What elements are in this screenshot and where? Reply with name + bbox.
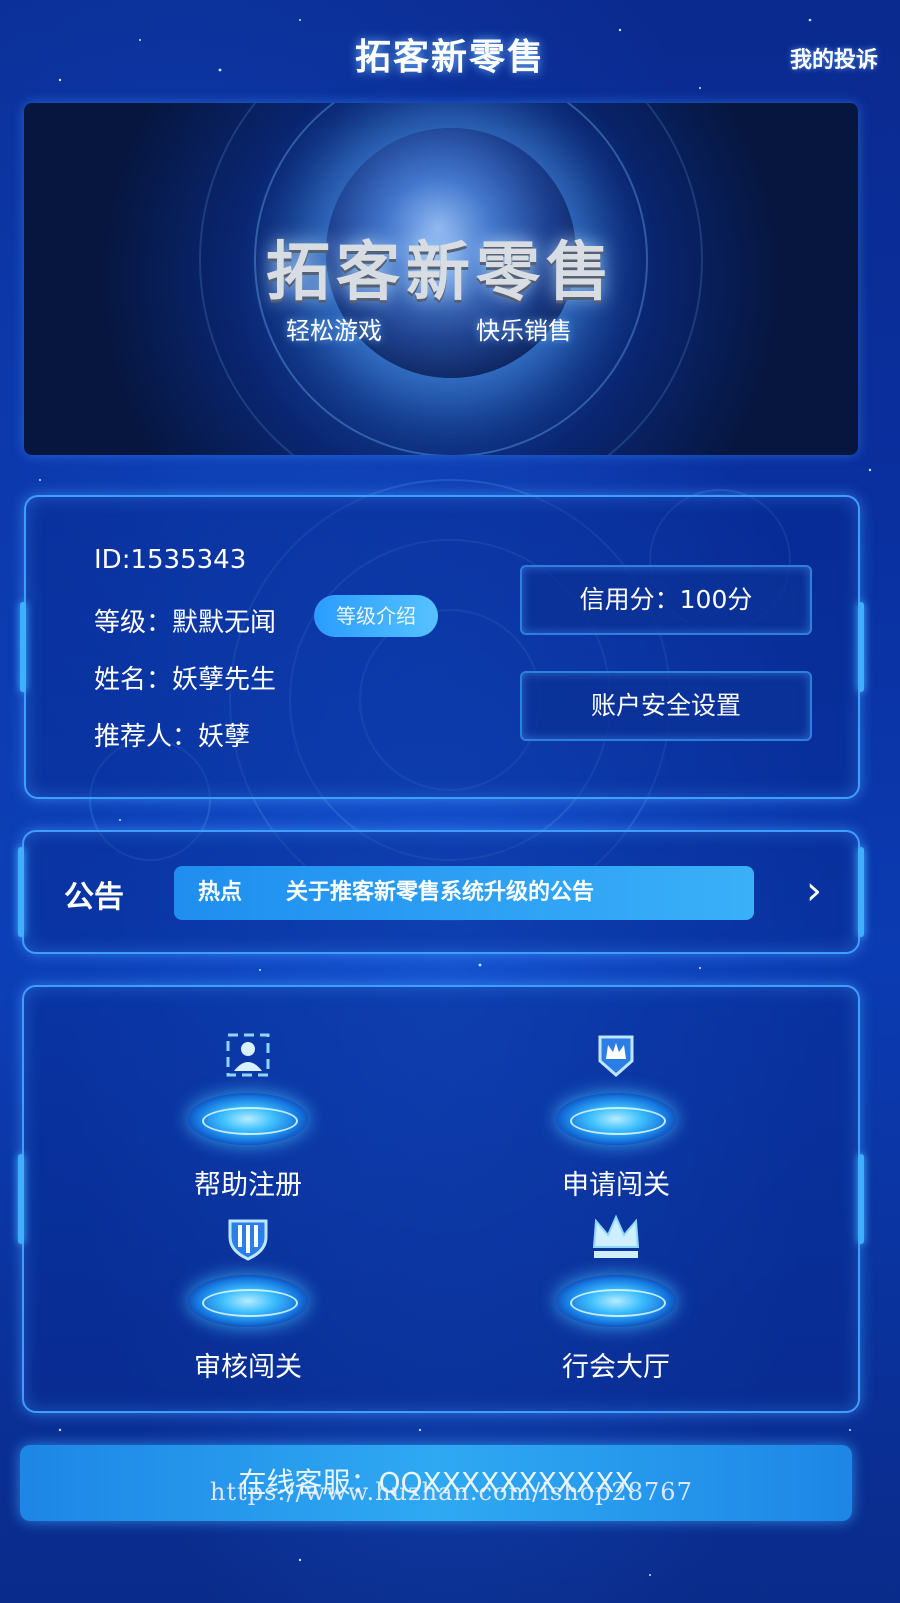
top-bar: 拓客新零售 我的投诉 — [0, 0, 900, 100]
announcement-panel: 公告 热点 关于推客新零售系统升级的公告 › — [22, 830, 860, 954]
menu-item-guild-hall[interactable]: 行会大厅 — [516, 1209, 716, 1383]
user-register-icon — [222, 1029, 274, 1081]
hologram-platform — [188, 1275, 308, 1327]
crown-badge-icon — [590, 1029, 642, 1081]
level-intro-button[interactable]: 等级介绍 — [314, 595, 438, 637]
hologram-platform — [556, 1093, 676, 1145]
banner-slogan-left: 轻松游戏 — [286, 317, 382, 345]
hero-banner: 拓客新零售 轻松游戏 快乐销售 — [24, 103, 858, 455]
user-referrer: 推荐人：妖孽 — [94, 722, 251, 752]
menu-item-review-challenge[interactable]: 审核闯关 — [148, 1209, 348, 1383]
menu-label: 申请闯关 — [562, 1170, 670, 1201]
banner-title: 拓客新零售 — [266, 236, 616, 310]
account-security-button[interactable]: 账户安全设置 — [520, 671, 812, 741]
function-menu-panel: 帮助注册 申请闯关 审核闯关 行会大厅 — [22, 985, 860, 1413]
announcement-label: 公告 — [64, 880, 124, 915]
user-id: ID:1535343 — [94, 545, 247, 575]
menu-item-apply-challenge[interactable]: 申请闯关 — [516, 1027, 716, 1201]
chevron-right-icon[interactable]: › — [806, 868, 822, 914]
shield-icon — [222, 1211, 274, 1263]
user-info-panel: ID:1535343 等级：默默无闻 等级介绍 姓名：妖孽先生 推荐人：妖孽 信… — [24, 495, 860, 799]
menu-item-help-register[interactable]: 帮助注册 — [148, 1027, 348, 1201]
app-title: 拓客新零售 — [354, 37, 545, 78]
menu-label: 审核闯关 — [194, 1352, 302, 1383]
menu-label: 行会大厅 — [562, 1352, 670, 1383]
menu-label: 帮助注册 — [194, 1170, 302, 1201]
hot-tag: 热点 — [198, 880, 243, 905]
crown-icon — [590, 1211, 642, 1263]
banner-slogan-right: 快乐销售 — [476, 317, 572, 345]
watermark-text: https://www.huzhan.com/ishop28767 — [210, 1478, 693, 1506]
my-complaints-link[interactable]: 我的投诉 — [790, 42, 878, 74]
announcement-text: 关于推客新零售系统升级的公告 — [286, 880, 595, 905]
hologram-platform — [556, 1275, 676, 1327]
user-level: 等级：默默无闻 — [94, 608, 277, 638]
announcement-bar[interactable]: 热点 关于推客新零售系统升级的公告 — [174, 866, 754, 920]
user-name: 姓名：妖孽先生 — [94, 665, 277, 695]
hologram-platform — [188, 1093, 308, 1145]
credit-score-button[interactable]: 信用分：100分 — [520, 565, 812, 635]
